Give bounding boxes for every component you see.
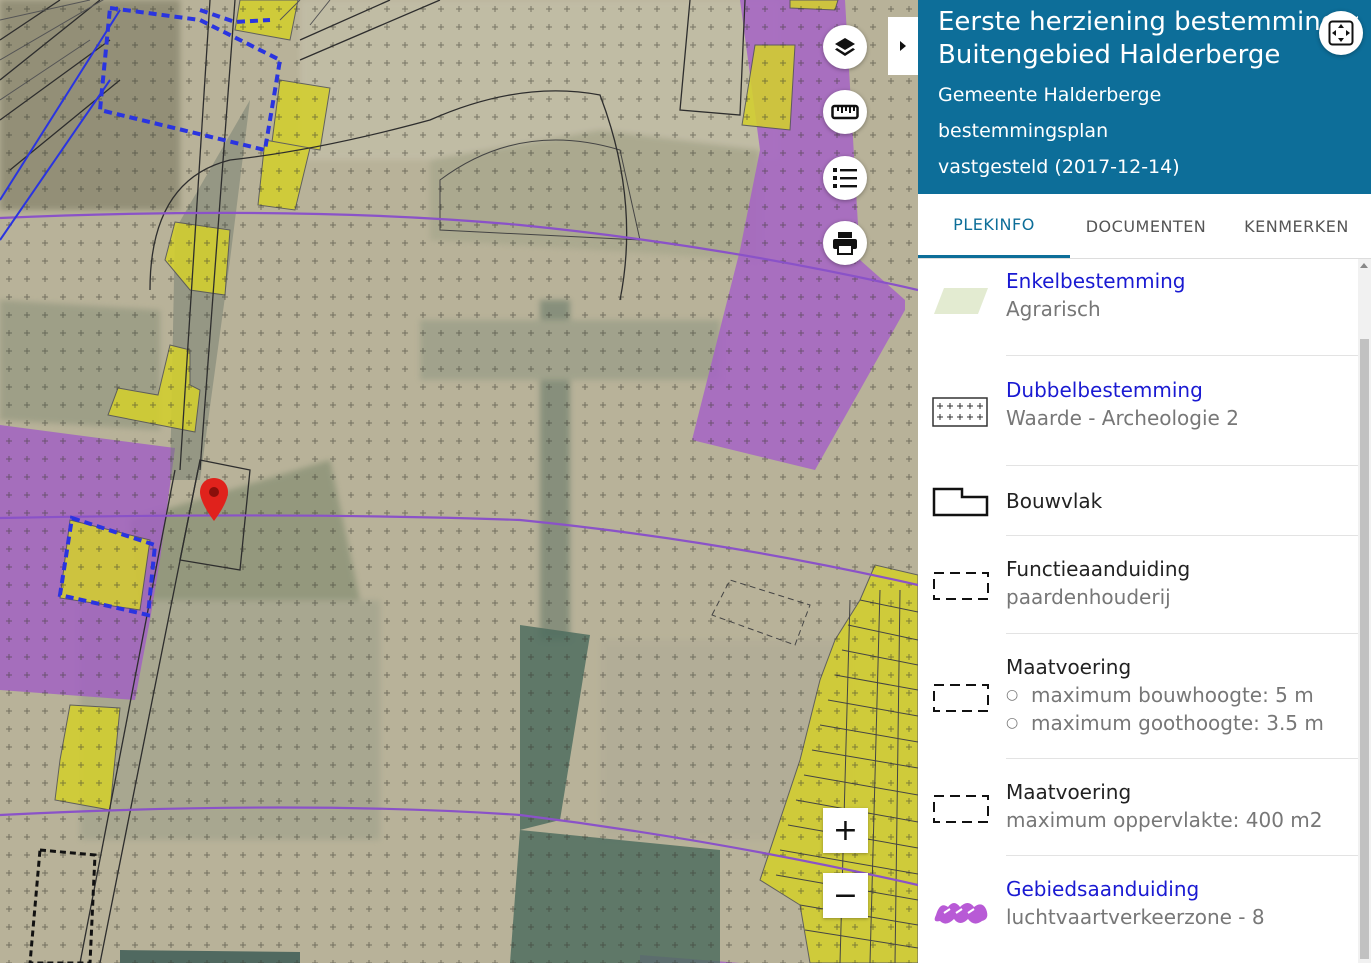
maatvoering-bullet: maximum goothoogte: 3.5 m: [1006, 709, 1324, 737]
map-pin-icon: [200, 478, 228, 521]
divider: [1006, 465, 1358, 466]
gebiedsaanduiding-link[interactable]: Gebiedsaanduiding: [1006, 875, 1265, 903]
chevron-right-icon: [900, 41, 906, 51]
list-icon: [833, 168, 857, 188]
dubbelbestemming-link[interactable]: Dubbelbestemming: [1006, 376, 1239, 404]
maatvoering-label: Maatvoering: [1006, 655, 1132, 679]
measure-button[interactable]: [823, 90, 867, 134]
divider: [1006, 855, 1358, 856]
functieaanduiding-label: Functieaanduiding: [1006, 557, 1191, 581]
archeology-hatch: [0, 0, 918, 963]
maatvoering-label: Maatvoering: [1006, 780, 1132, 804]
fullscreen-button[interactable]: [1319, 11, 1363, 55]
dashed-box-icon: [933, 795, 989, 823]
panel-scrollbar[interactable]: [1358, 259, 1371, 963]
legend-button[interactable]: [823, 156, 867, 200]
divider: [1006, 535, 1358, 536]
fullscreen-icon: [1328, 20, 1354, 46]
purple-zone-icon: [934, 903, 988, 924]
zoom-out-button[interactable]: −: [823, 873, 868, 918]
collapse-panel-button[interactable]: [888, 17, 918, 75]
divider: [1006, 758, 1358, 759]
plan-status: vastgesteld (2017-12-14): [938, 156, 1180, 178]
tab-plekinfo[interactable]: PLEKINFO: [918, 194, 1070, 258]
plan-header: Eerste herziening bestemmingsplan Buiten…: [918, 0, 1371, 194]
maatvoering-value: maximum oppervlakte: 400 m2: [1006, 808, 1323, 832]
zoom-out-label: −: [832, 877, 859, 913]
scroll-up-icon[interactable]: [1360, 263, 1368, 268]
enkelbestemming-value: Agrarisch: [1006, 297, 1101, 321]
layers-button[interactable]: [823, 25, 867, 69]
scroll-thumb[interactable]: [1360, 339, 1369, 959]
building-outline-icon: [932, 487, 989, 517]
tab-kenmerken[interactable]: KENMERKEN: [1222, 194, 1371, 258]
municipality: Gemeente Halderberge: [938, 84, 1162, 106]
plan-type: bestemmingsplan: [938, 120, 1109, 142]
divider: [1006, 633, 1358, 634]
gebiedsaanduiding-value: luchtvaartverkeerzone - 8: [1006, 905, 1265, 929]
enkelbestemming-link[interactable]: Enkelbestemming: [1006, 267, 1186, 295]
dashed-box-icon: [933, 684, 989, 712]
plekinfo-list: Enkelbestemming Agrarisch Dubbelbestemmi…: [918, 259, 1358, 963]
dashed-box-icon: [933, 572, 989, 600]
panel-tabs: PLEKINFO DOCUMENTEN KENMERKEN: [918, 194, 1371, 259]
map-canvas[interactable]: [0, 0, 918, 963]
bouwvlak-label: Bouwvlak: [1006, 489, 1103, 513]
zoom-in-button[interactable]: +: [823, 808, 868, 853]
zoom-in-label: +: [832, 812, 859, 848]
info-panel: Eerste herziening bestemmingsplan Buiten…: [918, 0, 1371, 963]
green-area-icon: [934, 288, 988, 314]
divider: [1006, 355, 1358, 356]
functieaanduiding-value: paardenhouderij: [1006, 585, 1171, 609]
tab-documenten[interactable]: DOCUMENTEN: [1070, 194, 1222, 258]
print-button[interactable]: [823, 221, 867, 265]
plan-title-line1: Eerste herziening bestemmingsplan: [938, 7, 1358, 37]
crosshatch-area-icon: [932, 397, 988, 427]
location-marker[interactable]: [198, 477, 230, 523]
ruler-icon: [831, 104, 859, 120]
dubbelbestemming-value: Waarde - Archeologie 2: [1006, 406, 1239, 430]
plan-title-line2: Buitengebied Halderberge: [938, 40, 1281, 70]
map-view[interactable]: + −: [0, 0, 918, 963]
plan-title: Eerste herziening bestemmingsplan Buiten…: [938, 6, 1358, 72]
maatvoering-bullet: maximum bouwhoogte: 5 m: [1006, 681, 1324, 709]
layers-icon: [835, 38, 855, 56]
printer-icon: [833, 232, 857, 255]
